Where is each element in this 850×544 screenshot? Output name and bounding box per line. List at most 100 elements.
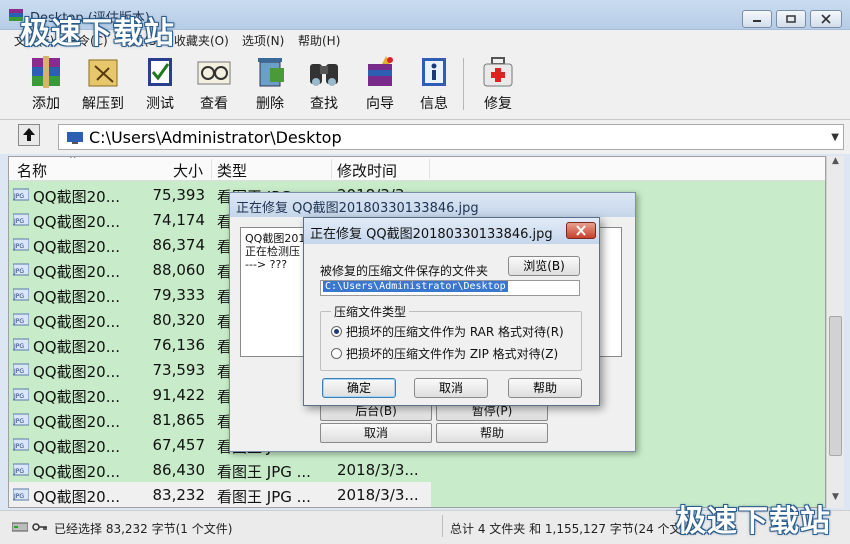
column-type[interactable]: 类型: [217, 160, 247, 181]
path-dropdown-icon[interactable]: ▼: [831, 132, 839, 143]
progress-dialog-title: 正在修复 QQ截图20180330133846.jpg: [230, 193, 635, 217]
file-size: 73,593: [152, 361, 206, 379]
toolbar-info-button[interactable]: 信息: [408, 54, 460, 116]
jpg-file-icon: JPG: [13, 413, 29, 426]
file-name: QQ截图20...: [33, 363, 121, 381]
svg-text:JPG: JPG: [13, 243, 24, 250]
column-divider: [429, 159, 430, 179]
toolbar-wizard-button[interactable]: 向导: [354, 54, 406, 116]
cancel-button[interactable]: 取消: [414, 378, 488, 398]
path-combobox[interactable]: C:\Users\Administrator\Desktop ▼: [58, 124, 844, 150]
file-row[interactable]: JPG QQ截图20... 86,430 看图王 JPG ... 2018/3/3...: [9, 457, 825, 482]
file-name: QQ截图20...: [33, 288, 121, 306]
vertical-scrollbar[interactable]: ▲ ▼: [826, 156, 844, 508]
jpg-file-icon: JPG: [13, 238, 29, 251]
drive-icon: [12, 522, 28, 532]
file-name: QQ截图20...: [33, 238, 121, 256]
jpg-file-icon: JPG: [13, 388, 29, 401]
column-name[interactable]: 名称: [17, 160, 47, 181]
progress-cancel-button[interactable]: 取消: [320, 423, 432, 443]
toolbar-view-button[interactable]: 查看: [188, 54, 240, 116]
toolbar-repair-button[interactable]: 修复: [472, 54, 524, 116]
file-size: 81,865: [152, 411, 206, 429]
jpg-file-icon: JPG: [13, 338, 29, 351]
desktop-icon: [67, 132, 83, 144]
file-size: 76,136: [152, 336, 206, 354]
svg-text:JPG: JPG: [13, 193, 24, 200]
file-name: QQ截图20...: [33, 188, 121, 206]
path-text: C:\Users\Administrator\Desktop: [89, 128, 342, 147]
svg-text:JPG: JPG: [13, 493, 24, 500]
column-size[interactable]: 大小: [173, 160, 203, 181]
up-arrow-icon: [23, 128, 35, 141]
file-size: 91,422: [152, 386, 206, 404]
test-icon: [148, 58, 172, 86]
jpg-file-icon: JPG: [13, 188, 29, 201]
archive-type-title: 压缩文件类型: [331, 303, 410, 320]
file-size: 86,430: [152, 461, 206, 479]
toolbar-test-button[interactable]: 测试: [134, 54, 186, 116]
toolbar-extract-button[interactable]: 解压到: [77, 54, 129, 116]
file-modified: 2018/3/3...: [337, 486, 419, 504]
file-name: QQ截图20...: [33, 463, 121, 481]
column-modified[interactable]: 修改时间: [337, 160, 397, 181]
svg-text:JPG: JPG: [13, 443, 24, 450]
maximize-icon: [786, 15, 796, 23]
find-icon: [310, 64, 338, 86]
file-name: QQ截图20...: [33, 338, 121, 356]
browse-button[interactable]: 浏览(B): [508, 256, 580, 276]
dialog-close-button[interactable]: [566, 222, 596, 239]
file-row[interactable]: JPG QQ截图20... 83,232 看图王 JPG ... 2018/3/3...: [9, 482, 431, 507]
sort-indicator-icon: ^: [69, 156, 77, 165]
wizard-icon: [368, 56, 393, 86]
info-icon: [422, 58, 446, 86]
help-button[interactable]: 帮助: [508, 378, 582, 398]
menu-favorites[interactable]: 收藏夹(O): [174, 32, 229, 49]
status-total: 总计 4 文件夹 和 1,155,127 字节(24 个文件): [450, 522, 699, 536]
progress-help-button[interactable]: 帮助: [436, 423, 548, 443]
maximize-button[interactable]: [776, 10, 806, 28]
file-name: QQ截图20...: [33, 213, 121, 231]
radio-unselected-icon: [331, 348, 342, 359]
file-type: 看图王 JPG ...: [217, 463, 311, 481]
file-name: QQ截图20...: [33, 263, 121, 281]
radio-rar[interactable]: 把损坏的压缩文件作为 RAR 格式对待(R): [331, 323, 564, 340]
file-name: QQ截图20...: [33, 413, 121, 431]
menu-options[interactable]: 选项(N): [242, 32, 284, 49]
jpg-file-icon: JPG: [13, 488, 29, 501]
jpg-file-icon: JPG: [13, 313, 29, 326]
toolbar: 添加 解压到 测试 查看 删除 查找 向导 信息 修复: [0, 48, 850, 120]
scroll-up-icon[interactable]: ▲: [827, 156, 844, 172]
file-type: 看图王 JPG ...: [217, 488, 311, 506]
ok-button[interactable]: 确定: [322, 378, 396, 398]
minimize-icon: [753, 20, 761, 22]
svg-text:JPG: JPG: [13, 218, 24, 225]
close-button[interactable]: [810, 10, 842, 28]
up-folder-button[interactable]: [18, 124, 40, 146]
svg-text:JPG: JPG: [13, 418, 24, 425]
minimize-button[interactable]: [742, 10, 772, 28]
toolbar-find-button[interactable]: 查找: [298, 54, 350, 116]
scroll-thumb[interactable]: [829, 316, 842, 456]
file-size: 86,374: [152, 236, 206, 254]
jpg-file-icon: JPG: [13, 288, 29, 301]
save-folder-value: C:\Users\Administrator\Desktop: [323, 281, 508, 292]
svg-text:JPG: JPG: [13, 318, 24, 325]
svg-text:JPG: JPG: [13, 468, 24, 475]
address-bar: C:\Users\Administrator\Desktop ▼: [0, 120, 850, 154]
radio-selected-icon: [331, 326, 342, 337]
toolbar-delete-button[interactable]: 删除: [244, 54, 296, 116]
file-size: 67,457: [152, 436, 206, 454]
view-icon: [197, 61, 231, 85]
extract-icon: [88, 59, 118, 87]
status-selection: 已经选择 83,232 字节(1 个文件): [54, 522, 233, 536]
save-folder-input[interactable]: C:\Users\Administrator\Desktop: [320, 280, 580, 296]
close-icon: [821, 14, 831, 24]
toolbar-add-button[interactable]: 添加: [20, 54, 72, 116]
svg-text:JPG: JPG: [13, 293, 24, 300]
svg-text:JPG: JPG: [13, 343, 24, 350]
svg-text:JPG: JPG: [13, 393, 24, 400]
radio-zip[interactable]: 把损坏的压缩文件作为 ZIP 格式对待(Z): [331, 345, 558, 362]
repair-options-dialog: 正在修复 QQ截图20180330133846.jpg 被修复的压缩文件保存的文…: [303, 217, 600, 406]
menu-help[interactable]: 帮助(H): [298, 32, 340, 49]
